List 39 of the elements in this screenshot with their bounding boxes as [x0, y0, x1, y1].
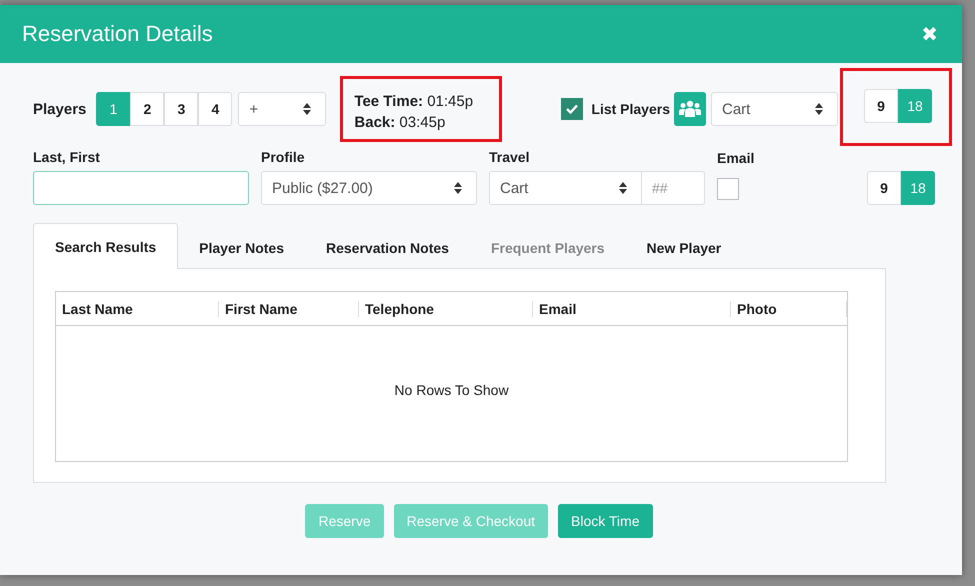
- people-group-icon: [679, 100, 701, 118]
- player-count-option[interactable]: 2: [130, 92, 164, 126]
- field-label: Profile: [261, 149, 306, 165]
- sort-arrows-icon: [303, 103, 312, 115]
- holes-option[interactable]: 9: [867, 171, 901, 205]
- checkmark-icon: [566, 104, 578, 114]
- field-label: Travel: [489, 149, 530, 165]
- sort-arrows-icon: [619, 182, 627, 194]
- player-count-option[interactable]: 3: [164, 92, 198, 126]
- tab[interactable]: New Player: [626, 228, 742, 269]
- player-count-option[interactable]: 4: [198, 92, 232, 126]
- sort-arrows-icon: [454, 182, 462, 194]
- list-players-label: List Players: [591, 101, 670, 117]
- count-input[interactable]: ##: [642, 171, 705, 205]
- tab[interactable]: Reservation Notes: [305, 228, 470, 269]
- group-icon-button[interactable]: [674, 92, 706, 126]
- column-header[interactable]: Telephone: [359, 300, 533, 316]
- more-players-select[interactable]: +: [238, 92, 326, 126]
- sort-arrows-icon: [815, 103, 823, 115]
- holes-option[interactable]: 9: [864, 89, 898, 123]
- travel-select[interactable]: Cart: [711, 92, 838, 126]
- field-label: Email: [717, 150, 754, 166]
- dialog-title: Reservation Details: [22, 21, 213, 47]
- list-players-checkbox[interactable]: [561, 98, 584, 120]
- name-input[interactable]: [33, 171, 249, 205]
- travel-select[interactable]: Cart: [489, 171, 642, 205]
- players-label: Players: [33, 100, 86, 118]
- profile-select[interactable]: Public ($27.00): [261, 171, 477, 205]
- email-checkbox[interactable]: [717, 178, 739, 200]
- field-label: Last, First: [33, 149, 101, 165]
- time-text: Tee Time: 01:45p: [354, 93, 474, 110]
- tab[interactable]: Player Notes: [178, 228, 305, 269]
- empty-message: No Rows To Show: [394, 382, 509, 398]
- column-header[interactable]: Last Name: [56, 300, 219, 316]
- column-header[interactable]: Email: [533, 300, 731, 316]
- tab[interactable]: Search Results: [33, 223, 178, 269]
- time-text: Back: 03:45p: [354, 114, 446, 131]
- column-header[interactable]: Photo: [731, 300, 847, 316]
- column-header[interactable]: First Name: [219, 300, 359, 316]
